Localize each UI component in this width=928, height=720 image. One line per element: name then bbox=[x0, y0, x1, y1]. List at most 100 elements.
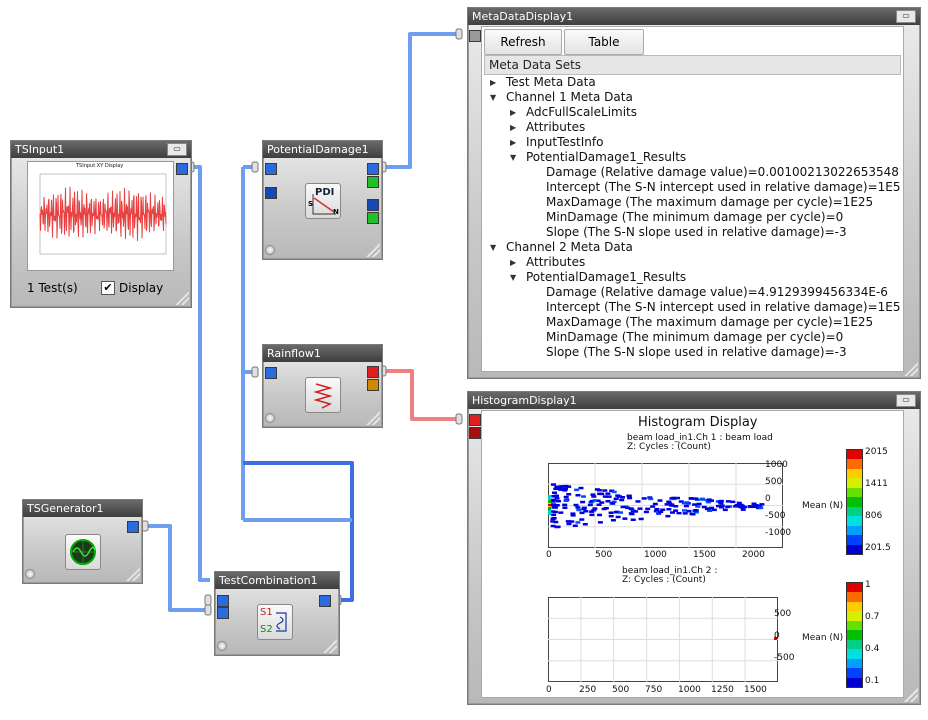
histogram-cell bbox=[611, 519, 616, 522]
metadata-display-title[interactable]: MetaDataDisplay1 bbox=[468, 8, 920, 25]
testcombination-resize-grip[interactable] bbox=[323, 639, 337, 653]
expanded-arrow-icon[interactable]: ▼ bbox=[510, 270, 516, 285]
tree-row-label: MaxDamage (The maximum damage per cycle)… bbox=[546, 315, 873, 330]
histogram-cell bbox=[693, 497, 698, 500]
tsinput-resize-grip[interactable] bbox=[175, 291, 189, 305]
histogram-restore-button[interactable]: ▭ bbox=[896, 394, 916, 407]
expanded-arrow-icon[interactable]: ▼ bbox=[490, 90, 496, 105]
testcombination-input-port-1[interactable] bbox=[217, 595, 229, 607]
metadata-restore-button[interactable]: ▭ bbox=[896, 10, 916, 23]
tree-row-label: Damage (Relative damage value)=4.9129399… bbox=[546, 285, 888, 300]
tsinput-output-port[interactable] bbox=[176, 163, 188, 175]
rainflow-input-port[interactable] bbox=[265, 367, 277, 379]
table-button[interactable]: Table bbox=[564, 29, 644, 55]
rainflow-output-port-2[interactable] bbox=[367, 379, 379, 391]
tree-row-label: Intercept (The S-N intercept used in rel… bbox=[546, 300, 901, 315]
histogram-cell bbox=[551, 483, 556, 486]
axis-tick-label: 500 bbox=[612, 685, 629, 695]
oscilloscope-icon bbox=[65, 534, 101, 570]
pdi-icon: PDI S N bbox=[305, 183, 341, 219]
potentialdamage-input-port-2[interactable] bbox=[265, 187, 277, 199]
histogram-cell bbox=[555, 504, 560, 507]
tsinput-preview[interactable]: TSInput XY Display bbox=[27, 161, 174, 271]
tsgenerator-node[interactable]: TSGenerator1 bbox=[22, 499, 143, 584]
histogram-cell bbox=[685, 501, 690, 504]
expanded-arrow-icon[interactable]: ▼ bbox=[510, 150, 516, 165]
histogram-cell bbox=[725, 506, 730, 509]
tsgenerator-output-port[interactable] bbox=[127, 521, 139, 533]
axis-tick-label: -500 bbox=[765, 511, 785, 521]
histogram-plot-title: Histogram Display bbox=[638, 415, 758, 430]
collapsed-arrow-icon[interactable]: ▶ bbox=[510, 120, 516, 135]
rainflow-node[interactable]: Rainflow1 bbox=[262, 344, 383, 428]
histogram-input-port-2[interactable] bbox=[469, 427, 481, 439]
histogram-cell bbox=[694, 509, 699, 512]
tree-row-label: Slope (The S-N slope used in relative da… bbox=[546, 225, 847, 240]
histogram-input-port-1[interactable] bbox=[469, 414, 481, 426]
rainflow-title[interactable]: Rainflow1 bbox=[263, 345, 382, 362]
axis-tick-label: 1250 bbox=[711, 685, 734, 695]
histogram-cell bbox=[606, 500, 611, 503]
histogram-display-node[interactable]: HistogramDisplay1 ▭ Histogram Display be… bbox=[467, 391, 921, 705]
histogram-cell bbox=[553, 511, 558, 514]
histogram-cell bbox=[748, 506, 753, 509]
histogram-cell bbox=[654, 508, 659, 511]
tsinput-title[interactable]: TSInput1 bbox=[11, 141, 191, 158]
axis-tick-label: 2000 bbox=[742, 550, 765, 560]
histogram-display-title[interactable]: HistogramDisplay1 bbox=[468, 392, 920, 409]
histogram-cell bbox=[707, 498, 712, 501]
histogram-cell bbox=[564, 496, 569, 499]
tsinput-restore-button[interactable]: ▭ bbox=[167, 143, 187, 156]
histogram-cell bbox=[706, 507, 711, 510]
histogram-resize-grip[interactable] bbox=[904, 688, 918, 702]
tsinput-preview-waveform bbox=[28, 162, 173, 270]
display-checkbox[interactable]: ✔ bbox=[101, 281, 115, 295]
potentialdamage-output-port-1[interactable] bbox=[367, 163, 379, 175]
collapsed-arrow-icon[interactable]: ▶ bbox=[490, 75, 496, 90]
testcombination-output-port[interactable] bbox=[319, 595, 331, 607]
potentialdamage-output-port-2[interactable] bbox=[367, 176, 379, 188]
expanded-arrow-icon[interactable]: ▼ bbox=[490, 240, 496, 255]
potentialdamage-resize-grip[interactable] bbox=[366, 243, 380, 257]
histogram-cell bbox=[588, 504, 593, 507]
wire-potential-to-metadata bbox=[382, 34, 456, 167]
axis-tick-label: 0 bbox=[546, 550, 552, 560]
histogram-cell bbox=[567, 523, 572, 526]
potentialdamage-input-port-1[interactable] bbox=[265, 163, 277, 175]
axis-tick-label: 0 bbox=[774, 631, 780, 641]
histogram-cell bbox=[576, 494, 581, 497]
metadata-display-node[interactable]: MetaDataDisplay1 ▭ Refresh Table Meta Da… bbox=[467, 7, 921, 379]
testcombination-input-port-2[interactable] bbox=[217, 607, 229, 619]
histogram-cell bbox=[566, 485, 571, 488]
potentialdamage-status-led bbox=[265, 245, 275, 255]
rainflow-resize-grip[interactable] bbox=[366, 411, 380, 425]
tsgenerator-resize-grip[interactable] bbox=[126, 567, 140, 581]
tree-row-label: MinDamage (The minimum damage per cycle)… bbox=[546, 330, 843, 345]
potentialdamage-title[interactable]: PotentialDamage1 bbox=[263, 141, 382, 158]
combination-icon: S1 S2 bbox=[257, 604, 293, 640]
testcombination-status-led bbox=[217, 641, 227, 651]
histogram-cell bbox=[552, 517, 557, 520]
histogram-cell bbox=[645, 508, 650, 511]
refresh-button[interactable]: Refresh bbox=[484, 29, 562, 55]
axis-tick-label: 500 bbox=[774, 609, 791, 619]
tsgenerator-title[interactable]: TSGenerator1 bbox=[23, 500, 142, 517]
metadata-input-port[interactable] bbox=[469, 30, 481, 42]
histogram-cell bbox=[599, 501, 604, 504]
histogram-cell bbox=[644, 511, 649, 514]
collapsed-arrow-icon[interactable]: ▶ bbox=[510, 255, 516, 270]
potentialdamage-node[interactable]: PotentialDamage1 PDI S N bbox=[262, 140, 383, 260]
histogram-cell bbox=[758, 507, 763, 510]
testcombination-title[interactable]: TestCombination1 bbox=[215, 572, 339, 589]
metadata-resize-grip[interactable] bbox=[904, 362, 918, 376]
wire-rainflow-to-histogram bbox=[385, 371, 458, 419]
histogram-cell bbox=[581, 495, 586, 498]
potentialdamage-output-port-4[interactable] bbox=[367, 212, 379, 224]
testcombination-node[interactable]: TestCombination1 S1 S2 bbox=[214, 571, 340, 656]
histogram-cell bbox=[614, 498, 619, 501]
collapsed-arrow-icon[interactable]: ▶ bbox=[510, 105, 516, 120]
collapsed-arrow-icon[interactable]: ▶ bbox=[510, 135, 516, 150]
tsinput-node[interactable]: TSInput1 ▭ TSInput XY Display 1 Test(s) … bbox=[10, 140, 192, 308]
rainflow-output-port-1[interactable] bbox=[367, 366, 379, 378]
potentialdamage-output-port-3[interactable] bbox=[367, 199, 379, 211]
